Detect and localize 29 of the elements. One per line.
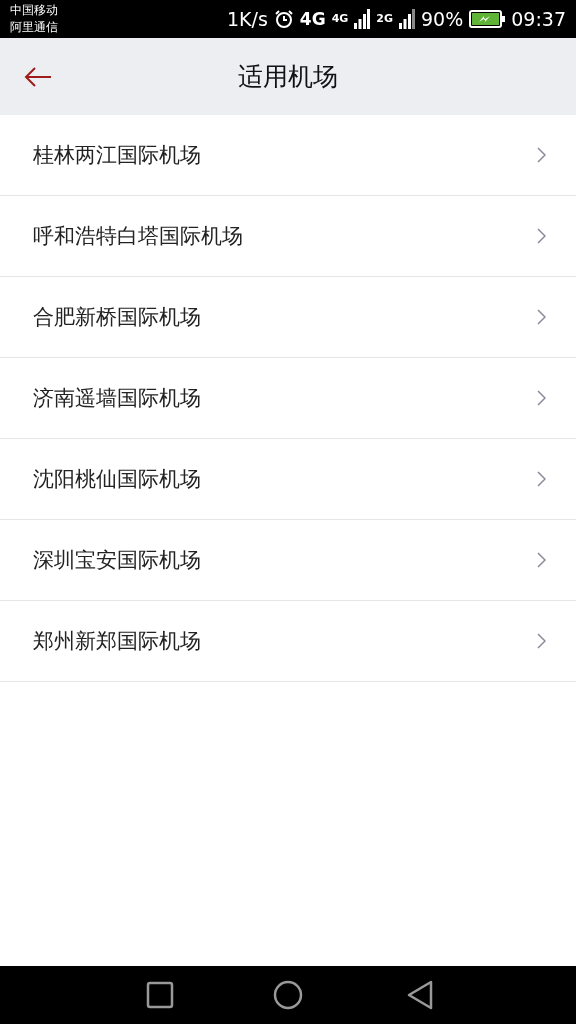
chevron-right-icon (537, 228, 546, 244)
airport-item[interactable]: 深圳宝安国际机场 (0, 520, 576, 601)
carrier-name: 阿里通信 (10, 19, 58, 36)
carrier-name: 中国移动 (10, 2, 58, 19)
airport-item[interactable]: 呼和浩特白塔国际机场 (0, 196, 576, 277)
airport-item[interactable]: 郑州新郑国际机场 (0, 601, 576, 682)
recent-apps-button[interactable] (144, 979, 176, 1011)
chevron-right-icon (537, 552, 546, 568)
network-speed: 1K/s (226, 8, 268, 30)
chevron-right-icon (537, 633, 546, 649)
chevron-right-icon (537, 147, 546, 163)
airport-item[interactable]: 济南遥墙国际机场 (0, 358, 576, 439)
signal-icon (354, 9, 371, 29)
chevron-right-icon (537, 471, 546, 487)
network-type: 2G (376, 12, 393, 25)
battery-percent: 90% (421, 8, 464, 30)
chevron-right-icon (537, 390, 546, 406)
network-type: 4G (331, 12, 349, 25)
home-button[interactable] (272, 979, 304, 1011)
airport-item[interactable]: 桂林两江国际机场 (0, 115, 576, 196)
airport-item[interactable]: 合肥新桥国际机场 (0, 277, 576, 358)
clock: 09:37 (511, 8, 566, 30)
alarm-icon (273, 9, 294, 29)
signal-icon (399, 9, 415, 29)
network-type: 4G (299, 9, 326, 29)
battery-icon (469, 10, 506, 28)
chevron-right-icon (537, 309, 546, 325)
page-title: 适用机场 (238, 61, 338, 93)
airport-item[interactable]: 沈阳桃仙国际机场 (0, 439, 576, 520)
